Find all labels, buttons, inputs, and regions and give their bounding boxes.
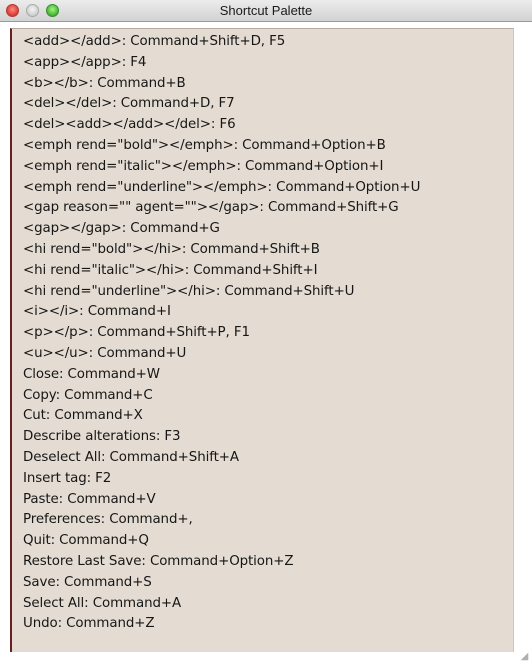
shortcut-item[interactable]: Describe alterations: F3 bbox=[23, 427, 420, 448]
shortcut-item[interactable]: Save: Command+S bbox=[23, 573, 420, 594]
shortcut-item[interactable]: <u></u>: Command+U bbox=[23, 344, 420, 365]
shortcut-item[interactable]: <gap reason="" agent=""></gap>: Command+… bbox=[23, 198, 420, 219]
shortcut-item[interactable]: <i></i>: Command+I bbox=[23, 302, 420, 323]
shortcut-item[interactable]: <del></del>: Command+D, F7 bbox=[23, 94, 420, 115]
shortcut-item[interactable]: Copy: Command+C bbox=[23, 386, 420, 407]
shortcut-palette-window: Shortcut Palette <add></add>: Command+Sh… bbox=[0, 0, 532, 664]
resize-grip-icon[interactable]: ◢ bbox=[519, 651, 530, 662]
shortcut-item[interactable]: Insert tag: F2 bbox=[23, 469, 420, 490]
shortcut-item[interactable]: <hi rend="bold"></hi>: Command+Shift+B bbox=[23, 240, 420, 261]
shortcut-list: <add></add>: Command+Shift+D, F5 <app></… bbox=[23, 32, 420, 635]
title-bar[interactable]: Shortcut Palette bbox=[0, 0, 532, 22]
shortcut-item[interactable]: Preferences: Command+, bbox=[23, 510, 420, 531]
shortcut-item[interactable]: Close: Command+W bbox=[23, 365, 420, 386]
shortcut-list-panel: <add></add>: Command+Shift+D, F5 <app></… bbox=[10, 28, 514, 652]
shortcut-item[interactable]: <b></b>: Command+B bbox=[23, 74, 420, 95]
shortcut-item[interactable]: <app></app>: F4 bbox=[23, 53, 420, 74]
shortcut-item[interactable]: Deselect All: Command+Shift+A bbox=[23, 448, 420, 469]
shortcut-item[interactable]: Restore Last Save: Command+Option+Z bbox=[23, 552, 420, 573]
shortcut-item[interactable]: Undo: Command+Z bbox=[23, 614, 420, 635]
shortcut-item[interactable]: <p></p>: Command+Shift+P, F1 bbox=[23, 323, 420, 344]
shortcut-item[interactable]: <del><add></add></del>: F6 bbox=[23, 115, 420, 136]
shortcut-item[interactable]: <emph rend="bold"></emph>: Command+Optio… bbox=[23, 136, 420, 157]
shortcut-item[interactable]: Cut: Command+X bbox=[23, 406, 420, 427]
shortcut-item[interactable]: <add></add>: Command+Shift+D, F5 bbox=[23, 32, 420, 53]
shortcut-item[interactable]: <hi rend="italic"></hi>: Command+Shift+I bbox=[23, 261, 420, 282]
shortcut-item[interactable]: Quit: Command+Q bbox=[23, 531, 420, 552]
shortcut-item[interactable]: <emph rend="underline"></emph>: Command+… bbox=[23, 178, 420, 199]
shortcut-item[interactable]: <emph rend="italic"></emph>: Command+Opt… bbox=[23, 157, 420, 178]
shortcut-item[interactable]: <hi rend="underline"></hi>: Command+Shif… bbox=[23, 282, 420, 303]
window-title: Shortcut Palette bbox=[219, 3, 313, 18]
shortcut-item[interactable]: Select All: Command+A bbox=[23, 594, 420, 615]
shortcut-item[interactable]: Paste: Command+V bbox=[23, 490, 420, 511]
shortcut-item[interactable]: <gap></gap>: Command+G bbox=[23, 219, 420, 240]
